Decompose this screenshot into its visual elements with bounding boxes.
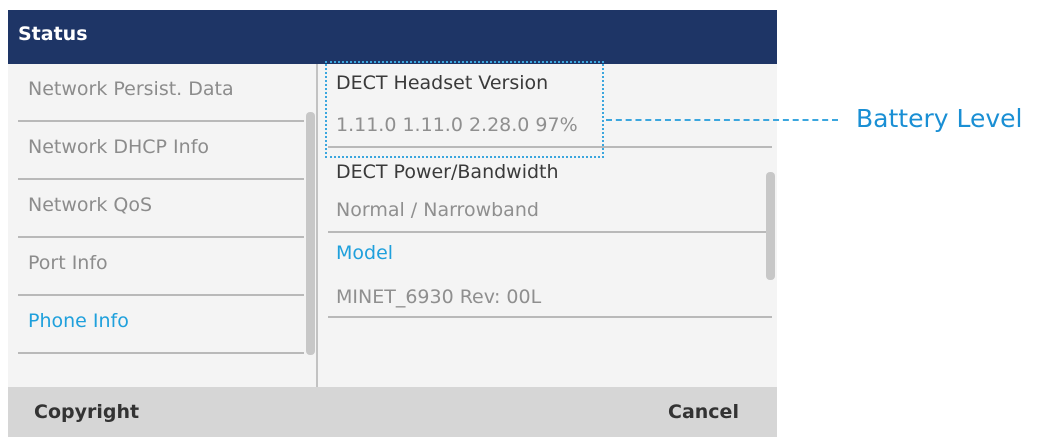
menu-item-label: Network Persist. Data: [28, 78, 234, 100]
row-separator: [328, 231, 772, 233]
battery-level-callout-label: Battery Level: [856, 104, 1023, 133]
menu-item-label: Phone Info: [28, 310, 129, 332]
menu-item-label: Network QoS: [28, 194, 153, 216]
page-title: Status: [18, 23, 88, 45]
menu-item-network-dhcp-info[interactable]: Network DHCP Info: [18, 122, 304, 180]
model-label: Model: [336, 242, 394, 264]
menu-item-network-qos[interactable]: Network QoS: [18, 180, 304, 238]
copyright-softkey[interactable]: Copyright: [34, 387, 139, 437]
softkey-bar: Copyright Cancel: [8, 387, 777, 437]
battery-level-callout-line: [606, 119, 838, 121]
details-scrollbar[interactable]: [766, 172, 775, 280]
menu-scrollbar[interactable]: [306, 112, 315, 355]
menu-item-label: Network DHCP Info: [28, 136, 210, 158]
model-value: MINET_6930 Rev: 00L: [336, 286, 542, 308]
menu-item-phone-info[interactable]: Phone Info: [18, 296, 304, 354]
title-bar: Status: [8, 10, 777, 64]
row-separator: [328, 316, 772, 318]
battery-level-callout-box: [325, 61, 604, 158]
menu-item-label: Port Info: [28, 252, 108, 274]
cancel-softkey[interactable]: Cancel: [668, 387, 739, 437]
dect-power-bandwidth-value: Normal / Narrowband: [336, 199, 539, 221]
status-menu: Network Persist. Data Network DHCP Info …: [8, 64, 318, 398]
menu-item-port-info[interactable]: Port Info: [18, 238, 304, 296]
dect-power-bandwidth-label: DECT Power/Bandwidth: [336, 161, 559, 183]
menu-item-network-persist-data[interactable]: Network Persist. Data: [18, 64, 304, 122]
